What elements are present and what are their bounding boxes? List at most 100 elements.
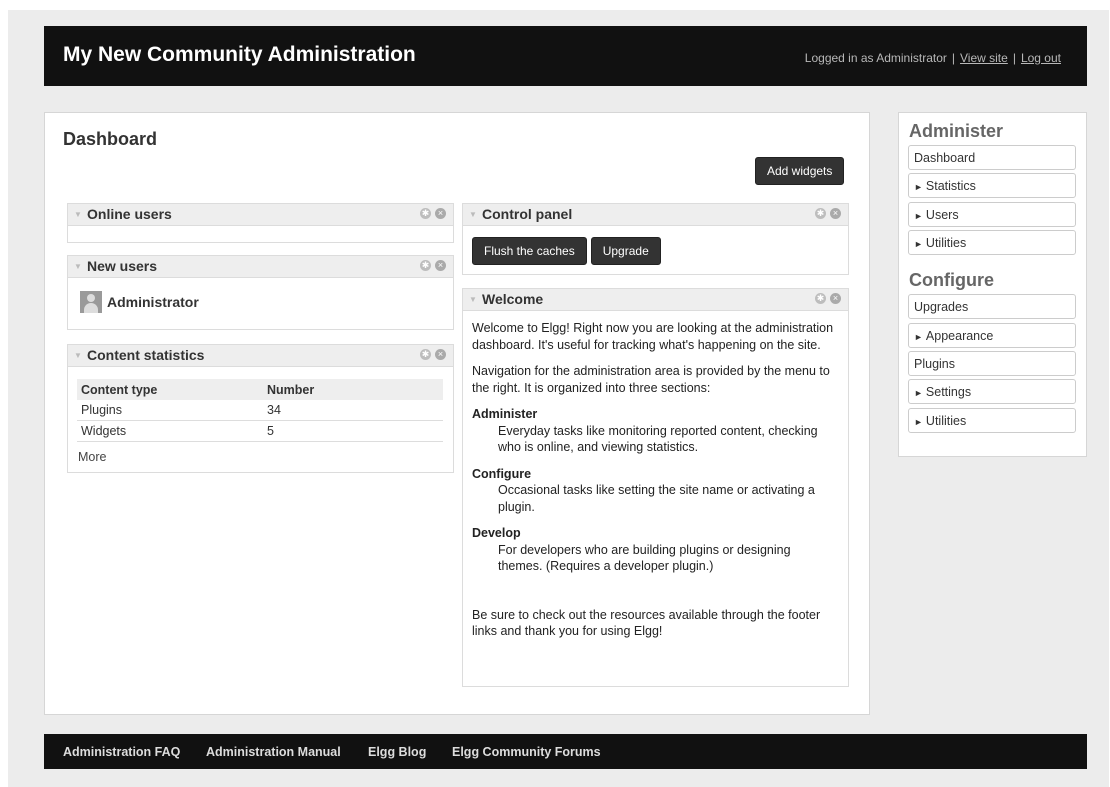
widget-controls: ✱ × (811, 208, 841, 223)
upgrade-button[interactable]: Upgrade (590, 237, 661, 265)
section-term: Configure (472, 466, 532, 481)
add-widgets-button[interactable]: Add widgets (755, 157, 845, 185)
site-title[interactable]: My New Community Administration (63, 43, 416, 67)
avatar[interactable] (80, 291, 102, 313)
collapse-icon[interactable]: ▼ (74, 210, 82, 219)
view-site-link[interactable]: View site (960, 51, 1008, 65)
gear-icon[interactable]: ✱ (420, 260, 431, 271)
section-description: For developers who are building plugins … (498, 542, 791, 574)
footer-link-blog[interactable]: Elgg Blog (368, 745, 426, 759)
widget-title: Welcome (482, 291, 544, 307)
triangle-right-icon: ► (914, 388, 923, 398)
sidebar-item-label: Plugins (914, 357, 955, 371)
close-icon[interactable]: × (435, 349, 446, 360)
footer-link-faq[interactable]: Administration FAQ (63, 745, 180, 759)
welcome-intro: Welcome to Elgg! Right now you are looki… (472, 321, 834, 352)
close-icon[interactable]: × (435, 208, 446, 219)
separator: | (951, 51, 956, 65)
top-bar: My New Community Administration Logged i… (44, 26, 1087, 86)
page-title: Dashboard (63, 129, 158, 149)
admin-sidebar: Administer Dashboard ► Statistics ► Users … (898, 112, 1087, 457)
sidebar-item-statistics[interactable]: ► Statistics (908, 173, 1076, 198)
user-name-link[interactable]: Administrator (107, 294, 199, 310)
sidebar-item-utilities[interactable]: ► Utilities (908, 230, 1076, 255)
log-out-link[interactable]: Log out (1021, 51, 1061, 65)
widget-welcome: ▼ Welcome ✱ × Welcome to Elgg! Right now … (462, 288, 849, 687)
widget-title: New users (87, 258, 158, 274)
table-cell: Plugins (77, 400, 263, 421)
triangle-right-icon: ► (914, 417, 923, 427)
sidebar-item-dashboard[interactable]: Dashboard (908, 145, 1076, 170)
sidebar-item-plugins[interactable]: Plugins (908, 351, 1076, 376)
table-header-row: Content type Number (77, 379, 443, 400)
gear-icon[interactable]: ✱ (815, 208, 826, 219)
sidebar-item-config-utilities[interactable]: ► Utilities (908, 408, 1076, 433)
widget-header: ▼ Welcome ✱ × (463, 289, 848, 311)
separator: | (1012, 51, 1016, 65)
widget-controls: ✱ × (416, 260, 446, 275)
triangle-right-icon: ► (914, 332, 923, 342)
sidebar-item-label: Appearance (925, 329, 994, 343)
section-term: Develop (472, 526, 521, 540)
table-row: Widgets 5 (77, 420, 443, 442)
widget-header: ▼ Online users ✱ × (68, 204, 453, 226)
close-icon[interactable]: × (435, 260, 446, 271)
table-row: Plugins 34 (77, 400, 443, 421)
footer-link-forums[interactable]: Elgg Community Forums (452, 745, 601, 759)
footer: Administration FAQ Administration Manual… (44, 734, 1087, 769)
widget-title: Content statistics (87, 347, 205, 363)
sidebar-item-users[interactable]: ► Users (908, 202, 1076, 227)
welcome-outro: Be sure to check out the resources avail… (472, 607, 821, 639)
control-buttons: Flush the caches Upgrade (472, 237, 665, 265)
sidebar-item-label: Upgrades (914, 300, 969, 314)
section-description: Everyday tasks like monitoring reported … (498, 423, 818, 455)
footer-link-manual[interactable]: Administration Manual (206, 745, 341, 759)
section-description: Occasional tasks like setting the site n… (498, 483, 815, 514)
triangle-right-icon: ► (914, 211, 923, 221)
widget-control-panel: ▼ Control panel ✱ × Flush the caches Upgra… (462, 203, 849, 275)
triangle-right-icon: ► (914, 182, 923, 192)
main-content: Dashboard Add widgets ▼ Online users ✱ × … (44, 112, 870, 715)
widget-header: ▼ Content statistics ✱ × (68, 345, 453, 367)
flush-caches-button[interactable]: Flush the caches (472, 237, 587, 265)
triangle-right-icon: ► (914, 239, 923, 249)
widget-controls: ✱ × (811, 293, 841, 308)
close-icon[interactable]: × (830, 293, 841, 304)
widget-header: ▼ Control panel ✱ × (463, 204, 848, 226)
table-cell: 5 (263, 420, 443, 442)
sidebar-item-label: Statistics (925, 179, 976, 193)
sidebar-item-upgrades[interactable]: Upgrades (908, 294, 1076, 319)
table-cell: 34 (263, 400, 443, 421)
configure-heading: Configure (909, 270, 994, 290)
collapse-icon[interactable]: ▼ (469, 210, 477, 219)
sidebar-item-label: Dashboard (914, 151, 976, 165)
collapse-icon[interactable]: ▼ (74, 262, 82, 271)
widget-controls: ✱ × (416, 208, 446, 223)
gear-icon[interactable]: ✱ (815, 293, 826, 304)
column-header: Number (263, 379, 443, 400)
administer-heading: Administer (909, 121, 1004, 141)
welcome-navigation: Navigation for the administration area i… (472, 364, 830, 395)
widget-new-users: ▼ New users ✱ × Administrator (67, 255, 454, 330)
sidebar-item-label: Users (925, 208, 959, 222)
more-link[interactable]: More (78, 450, 106, 464)
widget-controls: ✱ × (416, 349, 446, 364)
sidebar-item-settings[interactable]: ► Settings (908, 379, 1076, 404)
welcome-text: Welcome to Elgg! Right now you are looki… (472, 320, 836, 650)
collapse-icon[interactable]: ▼ (74, 351, 82, 360)
gear-icon[interactable]: ✱ (420, 349, 431, 360)
gear-icon[interactable]: ✱ (420, 208, 431, 219)
logged-in-text: Logged in as Administrator (804, 51, 947, 65)
user-menu: Logged in as Administrator | View site | Log… (805, 51, 1061, 65)
widget-title: Online users (87, 206, 172, 222)
close-icon[interactable]: × (830, 208, 841, 219)
widget-content-statistics: ▼ Content statistics ✱ × Content type Num… (67, 344, 454, 473)
section-list: Administer Everyday tasks like monitorin… (472, 406, 836, 575)
collapse-icon[interactable]: ▼ (469, 295, 477, 304)
widget-title: Control panel (482, 206, 573, 222)
sidebar-item-label: Utilities (925, 414, 967, 428)
sidebar-item-label: Settings (925, 385, 972, 399)
table-cell: Widgets (77, 420, 263, 442)
sidebar-item-appearance[interactable]: ► Appearance (908, 323, 1076, 348)
